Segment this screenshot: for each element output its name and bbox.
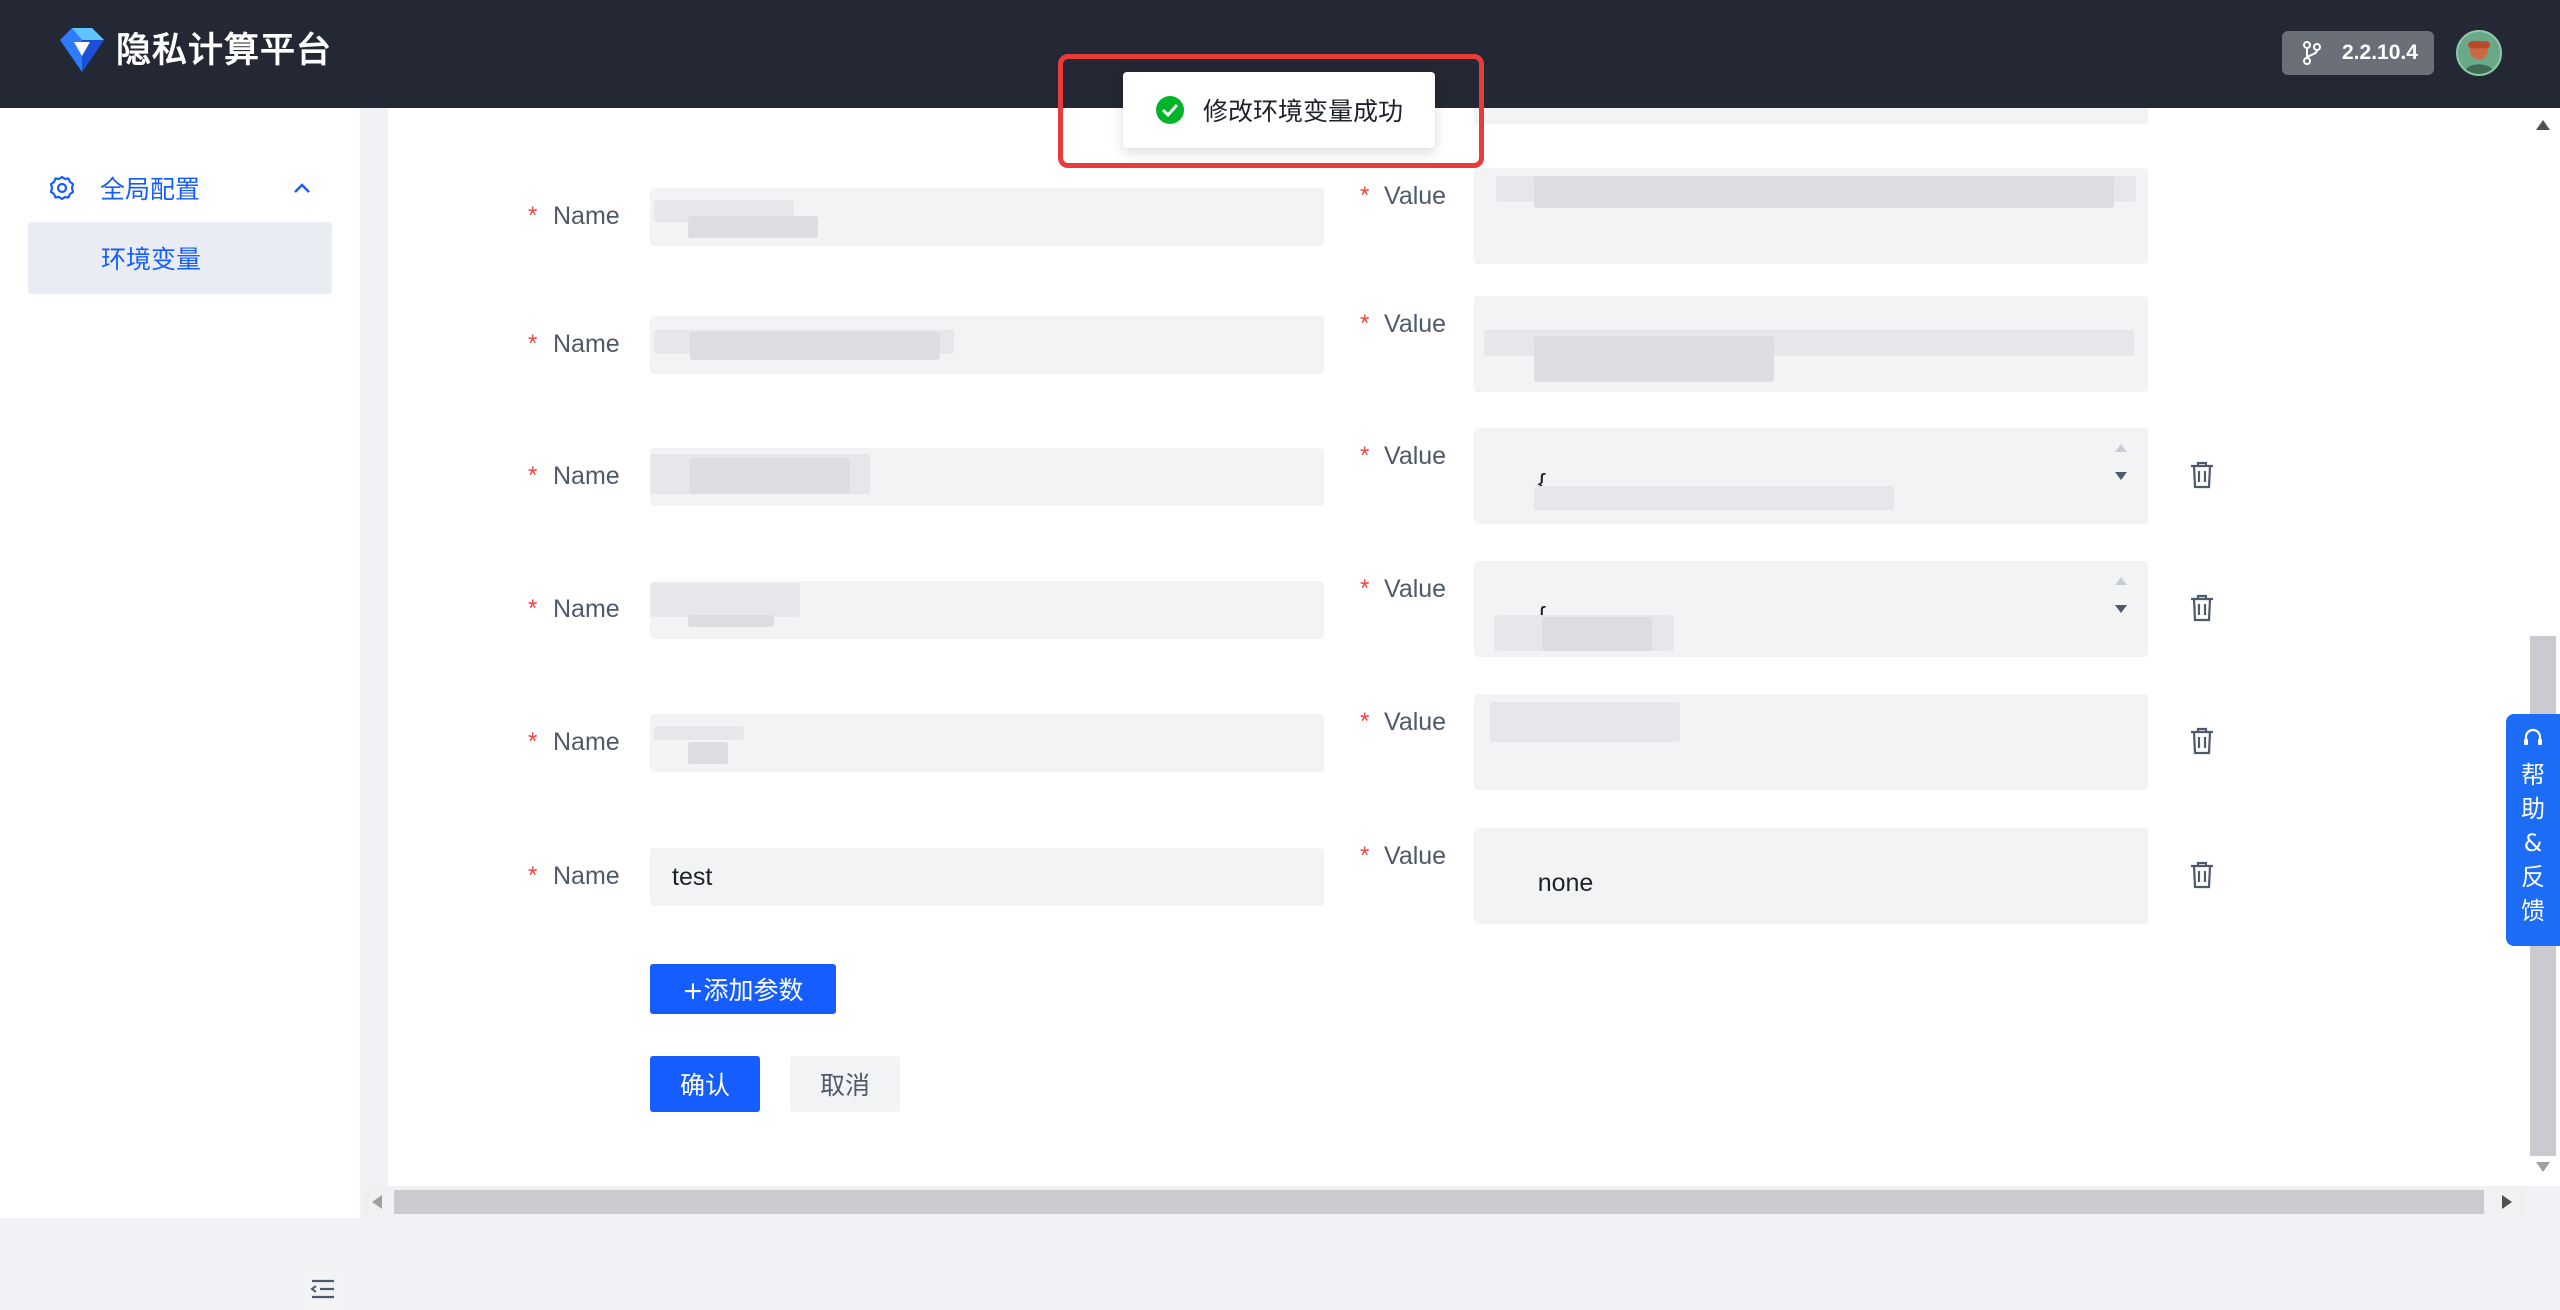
required-mark: * bbox=[1360, 182, 1370, 209]
add-param-button[interactable]: +添加参数 bbox=[650, 964, 836, 1014]
vertical-scrollbar[interactable] bbox=[2526, 108, 2560, 1186]
cancel-button[interactable]: 取消 bbox=[790, 1056, 900, 1112]
git-branch-icon bbox=[2303, 41, 2321, 65]
env-var-row: * Name * Value bbox=[388, 694, 2526, 810]
required-mark: * bbox=[1360, 442, 1370, 469]
headset-icon bbox=[2524, 728, 2542, 745]
avatar-image-icon bbox=[2463, 41, 2495, 74]
sidebar: 全局配置 环境变量 bbox=[0, 108, 360, 1310]
env-var-row: * Name * Value bbox=[388, 296, 2526, 412]
value-input-value: none bbox=[1537, 869, 1594, 897]
textarea-spinner-icon[interactable] bbox=[2112, 436, 2130, 488]
delete-row-icon[interactable] bbox=[2188, 860, 2216, 890]
gear-icon bbox=[49, 175, 75, 201]
success-toast: 修改环境变量成功 bbox=[1123, 72, 1435, 148]
name-input[interactable] bbox=[650, 714, 1324, 772]
required-mark: * bbox=[1360, 842, 1370, 869]
name-label: Name bbox=[553, 728, 620, 756]
name-label: Name bbox=[553, 862, 620, 890]
value-textarea[interactable]: { bbox=[1474, 428, 2148, 524]
value-input[interactable] bbox=[1474, 296, 2148, 392]
chevron-up-icon bbox=[294, 183, 310, 193]
env-var-row: * Name test * Value none bbox=[388, 828, 2526, 944]
value-label: Value bbox=[1384, 182, 1447, 210]
value-label: Value bbox=[1384, 575, 1447, 603]
name-label: Name bbox=[553, 595, 620, 623]
required-mark: * bbox=[1360, 708, 1370, 735]
horizontal-scroll-thumb[interactable] bbox=[394, 1190, 2484, 1214]
delete-row-icon[interactable] bbox=[2188, 593, 2216, 623]
main-content: * Name * Value * Name * Value * Name * V… bbox=[388, 108, 2526, 1186]
required-mark: * bbox=[528, 595, 538, 622]
required-mark: * bbox=[528, 330, 538, 357]
sidebar-collapse-button[interactable] bbox=[302, 1268, 344, 1310]
textarea-spinner-icon[interactable] bbox=[2112, 569, 2130, 621]
menu-fold-icon bbox=[310, 1279, 334, 1299]
scroll-right-arrow-icon[interactable] bbox=[2502, 1195, 2512, 1209]
name-input[interactable]: test bbox=[650, 848, 1324, 906]
scroll-up-arrow-icon[interactable] bbox=[2536, 120, 2550, 130]
value-input[interactable]: none bbox=[1474, 828, 2148, 924]
delete-row-icon[interactable] bbox=[2188, 726, 2216, 756]
check-circle-icon bbox=[1156, 96, 1184, 124]
required-mark: * bbox=[1360, 310, 1370, 337]
confirm-button[interactable]: 确认 bbox=[650, 1056, 760, 1112]
help-feedback-label: 帮助&反馈 bbox=[2521, 761, 2545, 925]
required-mark: * bbox=[528, 202, 538, 229]
required-mark: * bbox=[528, 862, 538, 889]
sidebar-item-label: 环境变量 bbox=[101, 245, 202, 274]
value-label: Value bbox=[1384, 842, 1447, 870]
name-label: Name bbox=[553, 330, 620, 358]
toast-message: 修改环境变量成功 bbox=[1203, 97, 1404, 126]
value-label: Value bbox=[1384, 310, 1447, 338]
horizontal-scrollbar[interactable] bbox=[362, 1186, 2526, 1218]
help-feedback-tab[interactable]: 帮助&反馈 bbox=[2506, 714, 2560, 946]
brand-title: 隐私计算平台 bbox=[116, 31, 333, 71]
version-text: 2.2.10.4 bbox=[2342, 41, 2418, 64]
name-input[interactable] bbox=[650, 581, 1324, 639]
name-label: Name bbox=[553, 202, 620, 230]
name-input[interactable] bbox=[650, 188, 1324, 246]
sidebar-group-label: 全局配置 bbox=[100, 175, 201, 204]
env-var-row: * Name * Value { bbox=[388, 561, 2526, 677]
value-label: Value bbox=[1384, 442, 1447, 470]
scroll-down-arrow-icon[interactable] bbox=[2536, 1162, 2550, 1172]
value-input[interactable] bbox=[1474, 168, 2148, 264]
name-input[interactable] bbox=[650, 316, 1324, 374]
name-label: Name bbox=[553, 462, 620, 490]
value-input[interactable] bbox=[1474, 694, 2148, 790]
scroll-left-arrow-icon[interactable] bbox=[372, 1195, 382, 1209]
required-mark: * bbox=[528, 728, 538, 755]
diamond-logo-icon bbox=[60, 28, 104, 72]
value-input-partial[interactable] bbox=[1474, 108, 2148, 124]
required-mark: * bbox=[1360, 575, 1370, 602]
version-badge[interactable]: 2.2.10.4 bbox=[2282, 31, 2434, 75]
required-mark: * bbox=[528, 462, 538, 489]
user-avatar[interactable] bbox=[2456, 30, 2502, 76]
value-textarea[interactable]: { bbox=[1474, 561, 2148, 657]
name-input-value: test bbox=[672, 863, 713, 891]
sidebar-group-global-config[interactable]: 全局配置 bbox=[28, 156, 332, 220]
env-var-row: * Name * Value bbox=[388, 168, 2526, 284]
env-var-row: * Name * Value { bbox=[388, 428, 2526, 544]
delete-row-icon[interactable] bbox=[2188, 460, 2216, 490]
name-input[interactable] bbox=[650, 448, 1324, 506]
sidebar-item-env-vars[interactable]: 环境变量 bbox=[28, 222, 332, 294]
value-label: Value bbox=[1384, 708, 1447, 736]
